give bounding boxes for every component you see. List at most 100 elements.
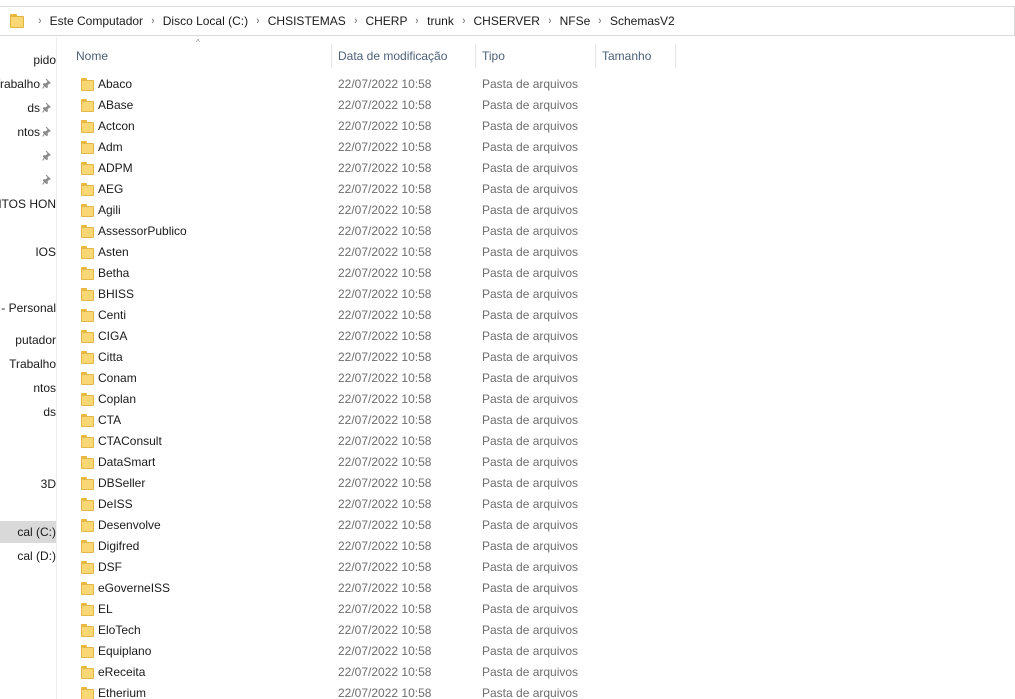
chevron-right-icon[interactable]: › [256,15,259,27]
column-header-type[interactable]: Tipo [476,42,596,70]
file-row[interactable]: Digifred 22/07/2022 10:58 Pasta de arquivo… [60,536,1015,557]
file-name: Centi [98,308,127,322]
chevron-right-icon[interactable]: › [548,15,551,27]
column-header-size-label: Tamanho [602,49,652,63]
nav-item[interactable]: pido [0,49,56,71]
column-header-date[interactable]: Data de modificação [332,42,476,70]
nav-item[interactable]: cal (C:) [0,521,56,543]
nav-item[interactable] [0,265,56,287]
breadcrumb-item[interactable]: SchemasV2 [610,14,675,28]
file-row[interactable]: Coplan 22/07/2022 10:58 Pasta de arquivos [60,389,1015,410]
nav-item[interactable]: ENTOS HON [0,193,56,215]
folder-icon [80,350,96,365]
breadcrumb-item[interactable]: CHSERVER [474,14,540,28]
nav-item[interactable]: ntos [0,121,56,143]
folder-icon [80,644,96,659]
nav-item[interactable] [0,497,56,519]
file-row[interactable]: ADPM 22/07/2022 10:58 Pasta de arquivos [60,158,1015,179]
file-type: Pasta de arquivos [482,308,579,322]
file-row[interactable]: AssessorPublico 22/07/2022 10:58 Pasta de … [60,221,1015,242]
file-name: eReceita [98,665,146,679]
file-row[interactable]: DSF 22/07/2022 10:58 Pasta de arquivos [60,557,1015,578]
file-type: Pasta de arquivos [482,602,579,616]
chevron-right-icon[interactable]: › [151,15,154,27]
pin-icon[interactable] [42,151,52,161]
file-row[interactable]: eGoverneISS 22/07/2022 10:58 Pasta de arqu… [60,578,1015,599]
file-row[interactable]: Desenvolve 22/07/2022 10:58 Pasta de arqui… [60,515,1015,536]
file-row[interactable]: EloTech 22/07/2022 10:58 Pasta de arquivos [60,620,1015,641]
file-type: Pasta de arquivos [482,581,579,595]
chevron-right-icon[interactable]: › [38,15,41,27]
file-row[interactable]: Asten 22/07/2022 10:58 Pasta de arquivos [60,242,1015,263]
file-row[interactable]: Agili 22/07/2022 10:58 Pasta de arquivos [60,200,1015,221]
chevron-right-icon[interactable]: › [599,15,602,27]
nav-item[interactable]: ntos [0,377,56,399]
folder-icon [80,413,96,428]
breadcrumb-item[interactable]: NFSe [560,14,591,28]
file-row[interactable]: EL 22/07/2022 10:58 Pasta de arquivos [60,599,1015,620]
nav-item[interactable] [0,449,56,471]
nav-item[interactable]: ds [0,401,56,423]
nav-item[interactable]: Trabalho [0,73,56,95]
file-row[interactable]: eReceita 22/07/2022 10:58 Pasta de arquivo… [60,662,1015,683]
file-type: Pasta de arquivos [482,140,579,154]
file-row[interactable]: DeISS 22/07/2022 10:58 Pasta de arquivos [60,494,1015,515]
file-type: Pasta de arquivos [482,497,579,511]
file-name: ABase [98,98,134,112]
column-header-name-label: Nome [76,49,109,63]
nav-item[interactable] [0,217,56,239]
file-row[interactable]: Betha 22/07/2022 10:58 Pasta de arquivos [60,263,1015,284]
file-row[interactable]: Adm 22/07/2022 10:58 Pasta de arquivos [60,137,1015,158]
file-row[interactable]: Conam 22/07/2022 10:58 Pasta de arquivos [60,368,1015,389]
pin-icon[interactable] [42,103,52,113]
folder-icon [80,287,96,302]
file-row[interactable]: Etherium 22/07/2022 10:58 Pasta de arquivo… [60,683,1015,699]
folder-icon [80,539,96,554]
nav-item[interactable]: IOS [0,241,56,263]
file-row[interactable]: Equiplano 22/07/2022 10:58 Pasta de arquiv… [60,641,1015,662]
pin-icon[interactable] [42,127,52,137]
breadcrumb-item[interactable]: CHSISTEMAS [268,14,346,28]
nav-item-label: Trabalho [0,77,40,91]
chevron-right-icon[interactable]: › [462,15,465,27]
file-row[interactable]: BHISS 22/07/2022 10:58 Pasta de arquivos [60,284,1015,305]
pin-icon[interactable] [42,79,52,89]
file-row[interactable]: CIGA 22/07/2022 10:58 Pasta de arquivos [60,326,1015,347]
nav-item[interactable] [0,425,56,447]
breadcrumb-item[interactable]: Disco Local (C:) [163,14,248,28]
nav-item[interactable]: putador [0,329,56,351]
breadcrumb-item[interactable]: CHERP [365,14,407,28]
file-row[interactable]: CTA 22/07/2022 10:58 Pasta de arquivos [60,410,1015,431]
file-row[interactable]: Centi 22/07/2022 10:58 Pasta de arquivos [60,305,1015,326]
file-row[interactable]: DataSmart 22/07/2022 10:58 Pasta de arquiv… [60,452,1015,473]
column-header-name[interactable]: Nome [70,42,332,70]
file-row[interactable]: ABase 22/07/2022 10:58 Pasta de arquivos [60,95,1015,116]
file-row[interactable]: Citta 22/07/2022 10:58 Pasta de arquivos [60,347,1015,368]
nav-item[interactable] [0,169,56,191]
folder-icon [80,518,96,533]
file-type: Pasta de arquivos [482,98,579,112]
file-row[interactable]: DBSeller 22/07/2022 10:58 Pasta de arquivo… [60,473,1015,494]
folder-icon [80,476,96,491]
file-row[interactable]: CTAConsult 22/07/2022 10:58 Pasta de arqui… [60,431,1015,452]
file-row[interactable]: AEG 22/07/2022 10:58 Pasta de arquivos [60,179,1015,200]
file-row[interactable]: Abaco 22/07/2022 10:58 Pasta de arquivos [60,74,1015,95]
breadcrumb-item[interactable]: Este Computador [50,14,143,28]
file-modified-date: 22/07/2022 10:58 [338,413,432,427]
nav-item[interactable] [0,145,56,167]
column-header-size[interactable]: Tamanho [596,42,676,70]
nav-item[interactable]: - Personal [0,297,56,319]
nav-item[interactable]: 3D [0,473,56,495]
chevron-right-icon[interactable]: › [354,15,357,27]
breadcrumb-item[interactable]: trunk [427,14,454,28]
file-modified-date: 22/07/2022 10:58 [338,224,432,238]
nav-item[interactable]: Trabalho [0,353,56,375]
pin-icon[interactable] [42,175,52,185]
column-divider[interactable] [675,44,676,68]
address-bar[interactable]: › Este Computador › Disco Local (C:) › CHSIST… [0,6,1015,36]
nav-item[interactable]: ds [0,97,56,119]
file-name: eGoverneISS [98,581,171,595]
file-row[interactable]: Actcon 22/07/2022 10:58 Pasta de arquivos [60,116,1015,137]
nav-item[interactable]: cal (D:) [0,545,56,567]
chevron-right-icon[interactable]: › [416,15,419,27]
